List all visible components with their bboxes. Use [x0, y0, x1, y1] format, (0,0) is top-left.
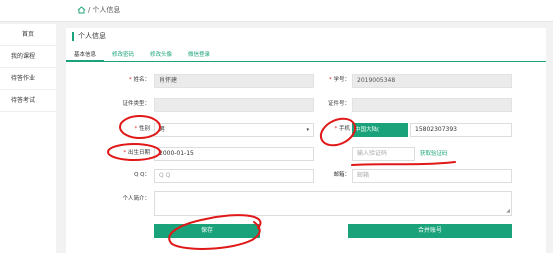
phone-country-select[interactable]: 中国大陆( [352, 123, 408, 137]
birthday-label: * 出生日期 [123, 150, 150, 156]
phone-field[interactable]: 15802307393 [410, 123, 512, 137]
qq-field[interactable]: Q Q [154, 169, 314, 183]
save-button[interactable]: 保存 [154, 224, 260, 238]
id-type-label: 证件类型： [122, 101, 150, 107]
email-field[interactable]: 邮箱 [352, 169, 512, 183]
bio-label: 个人简介： [122, 196, 150, 202]
sidebar-item-pending-exams[interactable]: 待答考试 [0, 90, 56, 112]
home-icon[interactable] [77, 6, 86, 14]
resize-handle-icon[interactable]: ◢ [506, 208, 510, 214]
top-bar: / 个人信息 [0, 0, 553, 22]
tab-basic-info[interactable]: 基本信息 [66, 50, 105, 62]
qq-label: Q Q： [134, 172, 150, 178]
gender-value: 男 [159, 126, 166, 133]
bio-textarea[interactable]: ◢ [154, 191, 512, 216]
tab-change-password[interactable]: 修改密码 [104, 50, 142, 62]
profile-panel: 个人信息 基本信息 修改密码 修改头像 微信登录 * 姓名： 肖怀建 * 学号：… [66, 28, 546, 253]
gender-select[interactable]: 男 ▾ [154, 123, 314, 137]
name-field[interactable]: 肖怀建 [154, 74, 314, 88]
verify-code-input[interactable]: 输入验证码 [352, 147, 415, 161]
student-id-field[interactable]: 2019005348 [352, 74, 512, 88]
email-label: 邮箱： [333, 172, 350, 178]
student-id-label: * 学号： [328, 77, 350, 83]
sidebar-item-home[interactable]: 首页 [0, 24, 56, 46]
tab-wechat-login[interactable]: 微信登录 [180, 50, 218, 62]
sidebar-item-pending-homework[interactable]: 待答作业 [0, 68, 56, 90]
get-verify-code-link[interactable]: 获取验证码 [420, 148, 448, 160]
sidebar: 首页 我的课程 待答作业 待答考试 [0, 24, 56, 253]
id-number-label: 证件号： [327, 101, 350, 107]
phone-label: * 手机 [334, 126, 350, 132]
gender-label: * 性别 [134, 126, 150, 132]
breadcrumb-current: 个人信息 [92, 6, 121, 14]
tab-bar: 基本信息 修改密码 修改头像 微信登录 [66, 50, 546, 62]
breadcrumb: / 个人信息 [77, 5, 120, 15]
breadcrumb-separator: / [88, 6, 91, 14]
birthday-field[interactable]: 2000-01-15 [154, 147, 314, 161]
sidebar-item-my-courses[interactable]: 我的课程 [0, 46, 56, 68]
tab-change-avatar[interactable]: 修改头像 [142, 50, 180, 62]
id-type-field[interactable] [154, 98, 314, 112]
id-number-field[interactable] [352, 98, 512, 112]
panel-title: 个人信息 [72, 32, 106, 41]
name-label: * 姓名： [128, 77, 150, 83]
merge-account-button[interactable]: 合并账号 [348, 224, 512, 238]
